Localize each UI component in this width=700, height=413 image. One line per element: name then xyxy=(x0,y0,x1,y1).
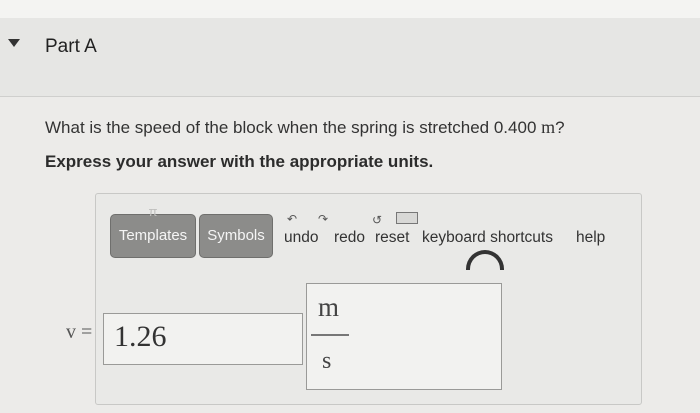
redo-icon: ↷ xyxy=(318,212,329,226)
question-unit: m xyxy=(541,117,556,137)
help-button[interactable]: help xyxy=(576,229,605,247)
redo-button[interactable]: redo xyxy=(334,229,365,247)
keyboard-icon xyxy=(396,212,418,224)
part-header[interactable] xyxy=(0,18,700,97)
pi-icon: π xyxy=(148,204,158,219)
undo-icon: ↶ xyxy=(287,212,298,226)
top-bar xyxy=(0,0,700,19)
symbols-button[interactable]: Symbols xyxy=(199,214,273,258)
answer-variable-label: v = xyxy=(66,321,93,343)
question-text: What is the speed of the block when the … xyxy=(45,117,565,138)
answer-instruction: Express your answer with the appropriate… xyxy=(45,152,434,171)
keyboard-shortcuts-button[interactable]: keyboard shortcuts xyxy=(422,229,553,247)
question-text-before: What is the speed of the block when the … xyxy=(45,118,542,137)
reset-icon: ↺ xyxy=(372,213,383,227)
answer-value-text: 1.26 xyxy=(114,320,167,353)
templates-button[interactable]: π Templates xyxy=(110,205,196,258)
undo-button[interactable]: undo xyxy=(284,229,318,247)
part-title: Part A xyxy=(45,36,97,57)
fraction-bar xyxy=(311,334,349,336)
triangle-down-icon[interactable] xyxy=(8,39,20,47)
unit-numerator: m xyxy=(318,292,340,322)
symbols-label: Symbols xyxy=(207,227,265,244)
templates-label: Templates xyxy=(118,227,188,244)
unit-denominator: s xyxy=(322,348,332,374)
question-text-after: ? xyxy=(555,118,565,137)
reset-button[interactable]: reset xyxy=(375,229,409,247)
